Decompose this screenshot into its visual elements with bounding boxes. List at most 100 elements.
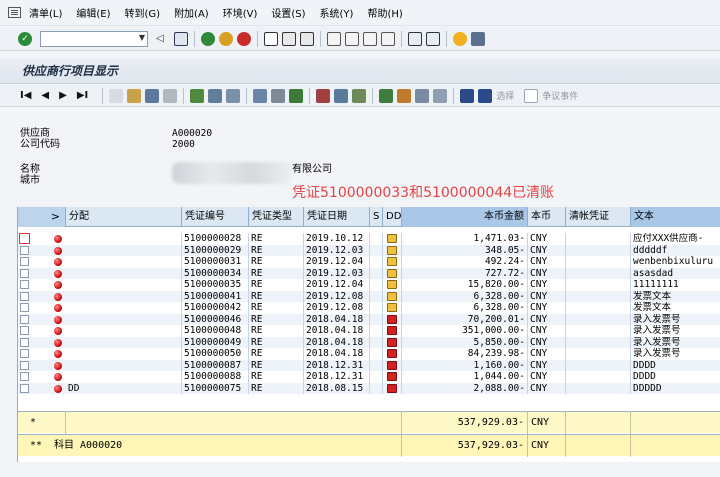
table-row[interactable]: 5100000031 RE 2019.12.04 492.24- CNY wenbenbi…	[18, 256, 720, 268]
back-icon[interactable]	[201, 31, 215, 46]
layout-change-icon[interactable]	[334, 88, 349, 103]
command-field[interactable]: ▼	[40, 30, 148, 47]
first-icon[interactable]: I◀	[20, 90, 31, 101]
next-page-icon[interactable]	[363, 31, 377, 46]
prev-page-icon[interactable]	[345, 31, 359, 46]
sum-icon[interactable]	[379, 88, 394, 103]
row-select-checkbox[interactable]	[20, 326, 29, 335]
subtotal-icon[interactable]	[289, 88, 304, 103]
help-icon[interactable]	[453, 31, 467, 46]
row-select-checkbox[interactable]	[20, 337, 29, 347]
row-select-checkbox[interactable]	[20, 257, 29, 266]
row-select-checkbox[interactable]	[20, 383, 29, 393]
layout-save-icon[interactable]	[352, 88, 367, 103]
menu-extras[interactable]: 附加(A)	[174, 5, 209, 20]
print-preview-icon[interactable]	[271, 88, 286, 103]
row-select-checkbox[interactable]	[20, 349, 29, 358]
layout-icon[interactable]	[471, 31, 485, 46]
menu-icon[interactable]	[8, 7, 21, 18]
exit-icon[interactable]	[219, 31, 233, 46]
cell-currency: CNY	[528, 233, 566, 245]
cell-s	[370, 290, 383, 302]
row-select-checkbox[interactable]	[20, 291, 29, 301]
col-doc-date[interactable]: 凭证日期	[304, 207, 370, 227]
attachment-icon[interactable]	[226, 88, 241, 103]
glasses-icon[interactable]	[109, 88, 124, 103]
toolbar-divider	[102, 87, 104, 104]
cancel-icon[interactable]	[237, 31, 251, 46]
select-icon[interactable]	[478, 88, 493, 103]
menu-environment[interactable]: 环境(V)	[223, 5, 258, 20]
table-row[interactable]: 5100000041 RE 2019.12.08 6,328.00- CNY 发票文本	[18, 290, 720, 302]
last-icon[interactable]: ▶I	[77, 90, 88, 101]
menu-edit[interactable]: 编辑(E)	[76, 5, 110, 20]
enter-icon[interactable]: ✓	[18, 31, 32, 46]
back-arrow-icon[interactable]: ◁	[156, 32, 170, 46]
percent-icon[interactable]	[397, 88, 412, 103]
menu-system[interactable]: 系统(Y)	[320, 5, 354, 20]
menu-help[interactable]: 帮助(H)	[367, 5, 402, 20]
col-clearing-doc[interactable]: 清帐凭证	[566, 207, 631, 227]
col-assignment[interactable]: 分配	[66, 207, 182, 227]
export-icon[interactable]	[415, 88, 430, 103]
layout-choose-icon[interactable]	[316, 88, 331, 103]
row-select-checkbox[interactable]	[20, 303, 29, 312]
document-icon[interactable]	[163, 88, 178, 103]
grid-icon[interactable]	[145, 88, 160, 103]
table-row[interactable]: 5100000049 RE 2018.04.18 5,850.00- CNY 录入发票号	[18, 336, 720, 348]
col-currency[interactable]: 本币	[528, 207, 566, 227]
cell-doc-type: RE	[249, 279, 304, 291]
dispute-label[interactable]: 争议事件	[542, 89, 578, 102]
row-select-checkbox[interactable]	[20, 245, 29, 255]
table-row[interactable]: 5100000087 RE 2018.12.31 1,160.00- CNY DDDD	[18, 359, 720, 371]
pencil-icon[interactable]	[127, 88, 142, 103]
save-icon[interactable]	[174, 31, 188, 46]
col-doc-number[interactable]: 凭证编号	[182, 207, 249, 227]
row-select-checkbox[interactable]	[20, 372, 29, 381]
subtotal-label: 科目 A000020	[54, 435, 402, 457]
row-select-checkbox[interactable]	[20, 268, 29, 278]
find-next-icon[interactable]	[300, 31, 314, 46]
col-text[interactable]: 文本	[631, 207, 720, 227]
chevron-down-icon[interactable]: ▼	[139, 33, 145, 42]
last-page-icon[interactable]	[381, 31, 395, 46]
table-row[interactable]: 5100000088 RE 2018.12.31 1,044.00- CNY DDDD	[18, 371, 720, 383]
menu-settings[interactable]: 设置(S)	[271, 5, 305, 20]
table-row[interactable]: 5100000046 RE 2018.04.18 70,200.01- CNY 录入发票号	[18, 313, 720, 325]
new-session-icon[interactable]	[408, 31, 422, 46]
table-row[interactable]: DD 5100000075 RE 2018.08.15 2,088.00- CNY DDDD…	[18, 382, 720, 394]
row-select-checkbox[interactable]	[20, 360, 29, 370]
table-row[interactable]: 5100000048 RE 2018.04.18 351,000.00- CNY 录入发票…	[18, 325, 720, 337]
first-page-icon[interactable]	[327, 31, 341, 46]
row-select-checkbox[interactable]	[20, 280, 29, 289]
mail-icon[interactable]	[433, 88, 448, 103]
dispute-icon[interactable]	[524, 88, 539, 103]
col-s[interactable]: S	[370, 207, 383, 227]
table-row[interactable]: 5100000035 RE 2019.12.04 15,820.00- CNY 11111…	[18, 279, 720, 291]
find-icon[interactable]	[282, 31, 296, 46]
row-select-checkbox[interactable]	[20, 314, 29, 324]
print-icon[interactable]	[264, 31, 278, 46]
shortcut-icon[interactable]	[426, 31, 440, 46]
filter-icon[interactable]	[253, 88, 268, 103]
table-row[interactable]: 5100000028 RE 2019.10.12 1,471.03- CNY 应付XXX供…	[18, 233, 720, 245]
col-dd[interactable]: DD	[383, 207, 402, 227]
table-row[interactable]: 5100000034 RE 2019.12.03 727.72- CNY asasdad	[18, 267, 720, 279]
detail-icon[interactable]	[190, 88, 205, 103]
select-label[interactable]: 选择	[496, 89, 514, 102]
table-row[interactable]: 5100000042 RE 2019.12.08 6,328.00- CNY 发票文本	[18, 302, 720, 314]
cell-assignment	[66, 302, 182, 314]
table-row[interactable]: 5100000029 RE 2019.12.03 348.05- CNY dddddf	[18, 244, 720, 256]
row-select-checkbox[interactable]	[19, 233, 30, 244]
menu-goto[interactable]: 转到(G)	[125, 5, 161, 20]
due-date-overdue-icon	[387, 326, 397, 335]
table-row[interactable]: 5100000050 RE 2018.04.18 84,239.98- CNY 录入发票号	[18, 348, 720, 360]
col-doc-type[interactable]: 凭证类型	[249, 207, 304, 227]
prev-icon[interactable]: ◀	[41, 90, 49, 101]
expand-arrow-icon[interactable]: >	[18, 207, 66, 227]
col-amount[interactable]: 本币金额	[402, 207, 528, 227]
menu-list[interactable]: 清单(L)	[29, 5, 62, 20]
copy-icon[interactable]	[208, 88, 223, 103]
next-icon[interactable]: ▶	[59, 90, 67, 101]
info-icon[interactable]	[460, 88, 475, 103]
